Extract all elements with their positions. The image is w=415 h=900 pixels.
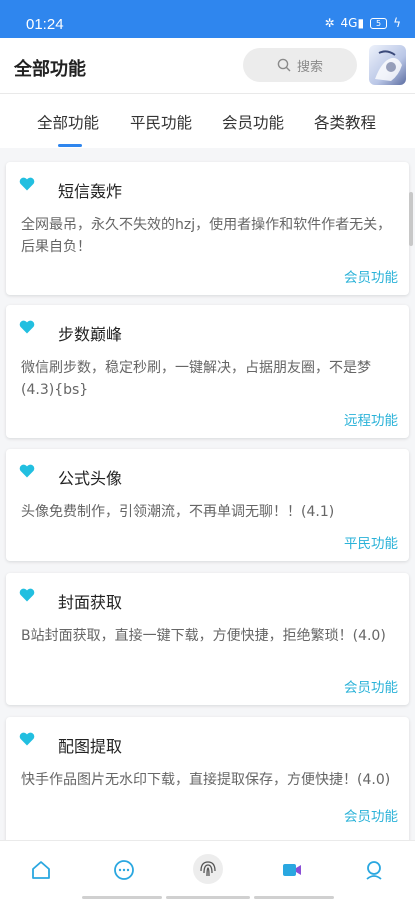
feature-card[interactable]: 短信轰炸 全网最吊，永久不失效的hzj，使用者操作和软件作者无关，后果自负！ 会… — [6, 162, 409, 295]
heart-icon[interactable] — [19, 177, 35, 191]
search-icon — [277, 58, 291, 72]
tab-tutorials[interactable]: 各类教程 — [314, 111, 376, 133]
video-icon[interactable] — [281, 859, 303, 881]
heart-icon[interactable] — [19, 464, 35, 478]
status-bar: 01:24 ✲ 4G▮ 5 ϟ — [0, 0, 415, 38]
search-button[interactable]: 搜索 — [243, 48, 357, 82]
card-category-tag[interactable]: 远程功能 — [344, 409, 398, 429]
tab-basic[interactable]: 平民功能 — [130, 111, 192, 133]
feature-card[interactable]: 公式头像 头像免费制作，引领潮流，不再单调无聊！！(4.1) 平民功能 — [6, 449, 409, 561]
home-icon[interactable] — [30, 859, 52, 881]
category-tabs: 全部功能 平民功能 会员功能 各类教程 — [0, 94, 415, 148]
gesture-bar — [166, 896, 250, 899]
tab-member[interactable]: 会员功能 — [222, 111, 284, 133]
card-category-tag[interactable]: 平民功能 — [344, 532, 398, 552]
card-category-tag[interactable]: 会员功能 — [344, 676, 398, 696]
app-header: 全部功能 搜索 — [0, 38, 415, 94]
heart-icon[interactable] — [19, 588, 35, 602]
active-tab-indicator — [58, 144, 82, 147]
fingerprint-icon[interactable] — [192, 853, 224, 885]
vibrate-icon: ✲ — [324, 16, 335, 30]
card-title: 步数巅峰 — [58, 325, 123, 344]
charging-icon: ϟ — [393, 16, 401, 30]
card-title: 短信轰炸 — [58, 182, 123, 201]
card-description: B站封面获取，直接一键下载，方便快捷，拒绝繁琐！(4.0) — [21, 628, 386, 644]
card-title: 封面获取 — [58, 593, 123, 612]
battery-icon: 5 — [370, 17, 388, 29]
card-category-tag[interactable]: 会员功能 — [344, 805, 398, 825]
card-category-tag[interactable]: 会员功能 — [344, 266, 398, 286]
card-title: 公式头像 — [58, 469, 123, 488]
page-title: 全部功能 — [14, 59, 86, 80]
tab-all[interactable]: 全部功能 — [37, 111, 99, 133]
avatar[interactable] — [369, 45, 406, 85]
card-description: 快手作品图片无水印下载，直接提取保存，方便快捷！(4.0) — [21, 772, 391, 788]
gesture-bar — [82, 896, 162, 899]
status-time: 01:24 — [26, 16, 64, 33]
scrollbar[interactable] — [409, 192, 413, 246]
search-label: 搜索 — [296, 59, 323, 75]
profile-icon[interactable] — [363, 859, 385, 881]
chat-icon[interactable] — [113, 859, 135, 881]
signal-icon: 4G▮ — [340, 16, 365, 30]
status-icons: ✲ 4G▮ 5 ϟ — [324, 16, 401, 30]
card-description: 全网最吊，永久不失效的hzj，使用者操作和软件作者无关，后果自负！ — [21, 217, 392, 255]
feature-card[interactable]: 步数巅峰 微信刷步数，稳定秒刷，一键解决，占据朋友圈，不是梦(4.3){bs} … — [6, 305, 409, 438]
card-description: 微信刷步数，稳定秒刷，一键解决，占据朋友圈，不是梦(4.3){bs} — [21, 360, 371, 398]
card-description: 头像免费制作，引领潮流，不再单调无聊！！(4.1) — [21, 504, 335, 520]
feature-list[interactable]: 短信轰炸 全网最吊，永久不失效的hzj，使用者操作和软件作者无关，后果自负！ 会… — [0, 148, 415, 840]
heart-icon[interactable] — [19, 732, 35, 746]
heart-icon[interactable] — [19, 320, 35, 334]
bottom-nav — [0, 840, 415, 900]
feature-card[interactable]: 配图提取 快手作品图片无水印下载，直接提取保存，方便快捷！(4.0) 会员功能 — [6, 717, 409, 840]
gesture-bar — [254, 896, 334, 899]
feature-card[interactable]: 封面获取 B站封面获取，直接一键下载，方便快捷，拒绝繁琐！(4.0) 会员功能 — [6, 573, 409, 705]
card-title: 配图提取 — [58, 737, 123, 756]
